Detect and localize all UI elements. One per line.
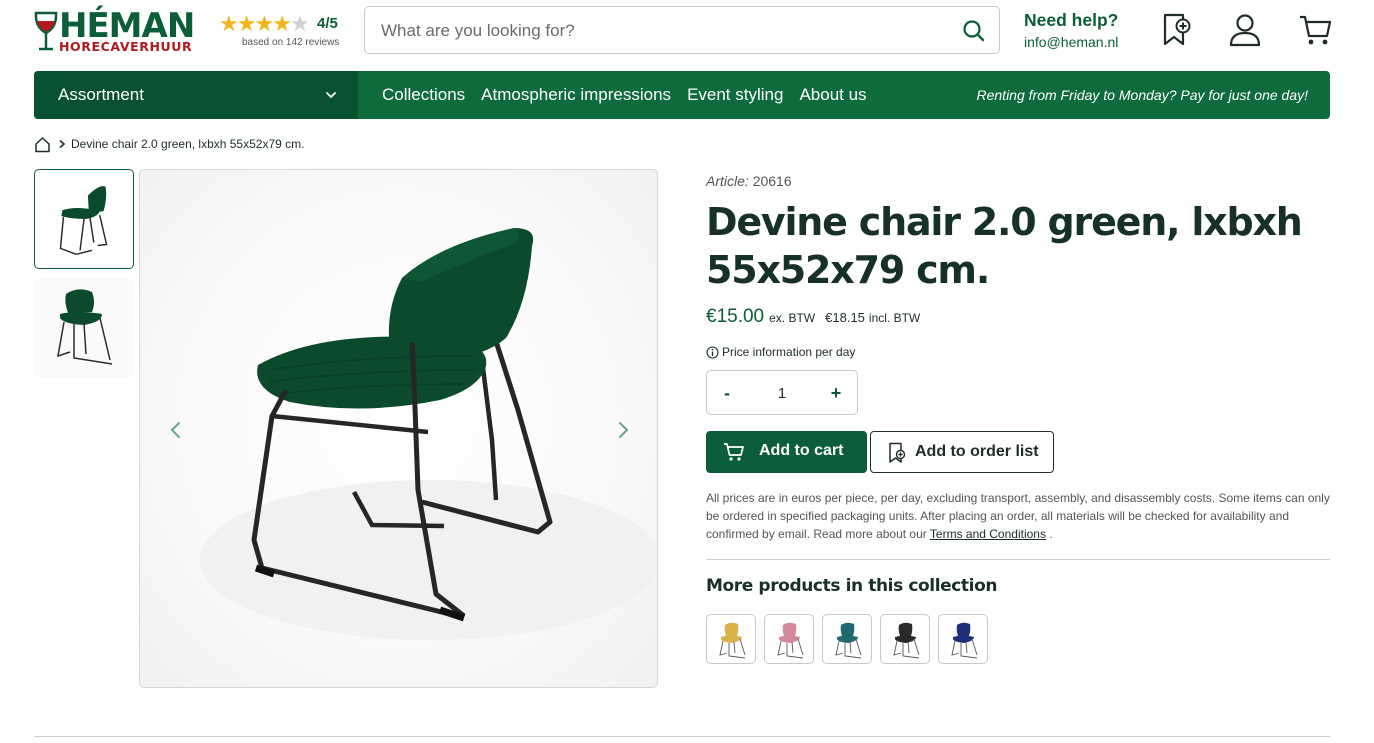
breadcrumb: Devine chair 2.0 green, lxbxh 55x52x79 c… <box>34 135 304 153</box>
add-to-cart-button[interactable]: Add to cart <box>706 431 867 473</box>
collection-variant-black[interactable] <box>880 614 930 664</box>
assortment-label: Assortment <box>58 85 144 104</box>
chair-black-thumbnail <box>893 622 920 659</box>
account-icon[interactable] <box>1227 12 1263 48</box>
star-icon: ★ <box>272 12 292 37</box>
article-label: Article: <box>706 173 749 189</box>
help-title: Need help? <box>1024 10 1119 30</box>
review-rating[interactable]: ★★★★★ 4/5 based on 142 reviews <box>219 13 343 53</box>
quantity-decrease-button[interactable]: - <box>717 382 737 404</box>
footer-divider <box>34 736 1330 737</box>
nav-link-collections[interactable]: Collections <box>382 85 465 105</box>
article-number: Article: 20616 <box>706 173 792 189</box>
home-icon[interactable] <box>34 136 51 153</box>
add-to-order-list-label: Add to order list <box>915 443 1039 460</box>
price-information[interactable]: Price information per day <box>706 345 855 359</box>
add-to-order-list-button[interactable]: Add to order list <box>870 431 1054 473</box>
nav-link-atmospheric-impressions[interactable]: Atmospheric impressions <box>481 85 671 105</box>
promo-text: Renting from Friday to Monday? Pay for j… <box>976 87 1309 103</box>
gallery-thumbnail-1[interactable] <box>34 169 134 269</box>
nav-links: Collections Atmospheric impressions Even… <box>382 85 867 105</box>
cart-icon <box>724 443 744 461</box>
chair-front-view-image <box>57 289 113 365</box>
collection-title: More products in this collection <box>706 576 998 596</box>
chevron-down-icon <box>326 92 336 99</box>
logo-subtitle: HORECAVERHUUR <box>59 39 193 54</box>
order-list-icon <box>889 442 906 463</box>
collection-variant-pink[interactable] <box>764 614 814 664</box>
price-ex-vat-label: ex. BTW <box>769 311 816 325</box>
disclaimer-end: . <box>1045 527 1053 541</box>
nav-link-about-us[interactable]: About us <box>799 85 866 105</box>
order-list-icon[interactable] <box>1158 12 1194 48</box>
star-icon: ★ <box>236 12 257 37</box>
green-chair-image <box>200 228 657 640</box>
nav-link-event-styling[interactable]: Event styling <box>687 85 783 105</box>
breadcrumb-current: Devine chair 2.0 green, lxbxh 55x52x79 c… <box>71 137 305 151</box>
collection-variants <box>706 614 988 664</box>
collection-variant-teal[interactable] <box>822 614 872 664</box>
assortment-dropdown[interactable]: Assortment <box>34 71 358 119</box>
wine-glass-icon <box>34 11 58 51</box>
search-icon[interactable] <box>961 18 987 44</box>
divider <box>706 559 1330 560</box>
collection-variant-yellow[interactable] <box>706 614 756 664</box>
help-contact: Need help? info@heman.nl <box>1024 9 1144 53</box>
search-bar <box>364 6 1000 54</box>
article-value: 20616 <box>752 173 792 189</box>
info-icon <box>706 345 719 359</box>
rating-review-count: based on 142 reviews <box>242 37 340 48</box>
cart-icon[interactable] <box>1298 12 1334 48</box>
star-icon: ★ <box>254 12 274 37</box>
chair-yellow-thumbnail <box>719 622 746 659</box>
price-incl-vat-label: incl. BTW <box>868 311 921 325</box>
collection-variant-navy[interactable] <box>938 614 988 664</box>
quantity-stepper: - + <box>706 370 858 415</box>
search-input[interactable] <box>381 18 941 44</box>
chair-navy-thumbnail <box>951 622 978 659</box>
next-image-arrow-icon[interactable] <box>613 420 633 440</box>
price-information-label: Price information per day <box>722 345 856 359</box>
previous-image-arrow-icon[interactable] <box>166 420 186 440</box>
rating-score: 4/5 <box>317 15 338 32</box>
help-email-link[interactable]: info@heman.nl <box>1024 31 1144 53</box>
rating-stars: ★★★★★ <box>219 12 310 37</box>
product-price: €15.00 ex. BTW €18.15 incl. BTW <box>706 306 920 328</box>
gallery-thumbnail-2[interactable] <box>34 278 134 378</box>
chair-pink-thumbnail <box>777 622 804 659</box>
quantity-increase-button[interactable]: + <box>826 382 846 404</box>
chair-teal-thumbnail <box>835 622 862 659</box>
star-empty-icon: ★ <box>289 12 310 37</box>
price-ex-vat: €15.00 <box>706 306 765 327</box>
price-disclaimer: All prices are in euros per piece, per d… <box>706 489 1334 543</box>
star-icon: ★ <box>219 12 239 37</box>
add-to-cart-label: Add to cart <box>759 442 844 459</box>
price-incl-vat: €18.15 <box>825 310 865 325</box>
chevron-right-icon <box>59 139 66 149</box>
heman-logo[interactable]: HÉMAN HORECAVERHUUR <box>33 7 195 57</box>
chair-side-view-image <box>59 186 108 256</box>
product-title: Devine chair 2.0 green, lxbxh 55x52x79 c… <box>706 200 1303 292</box>
quantity-input[interactable] <box>757 382 807 404</box>
product-main-image <box>139 169 658 688</box>
terms-and-conditions-link[interactable]: Terms and Conditions <box>930 527 1046 541</box>
main-navigation: Assortment Collections Atmospheric impre… <box>34 71 1330 119</box>
